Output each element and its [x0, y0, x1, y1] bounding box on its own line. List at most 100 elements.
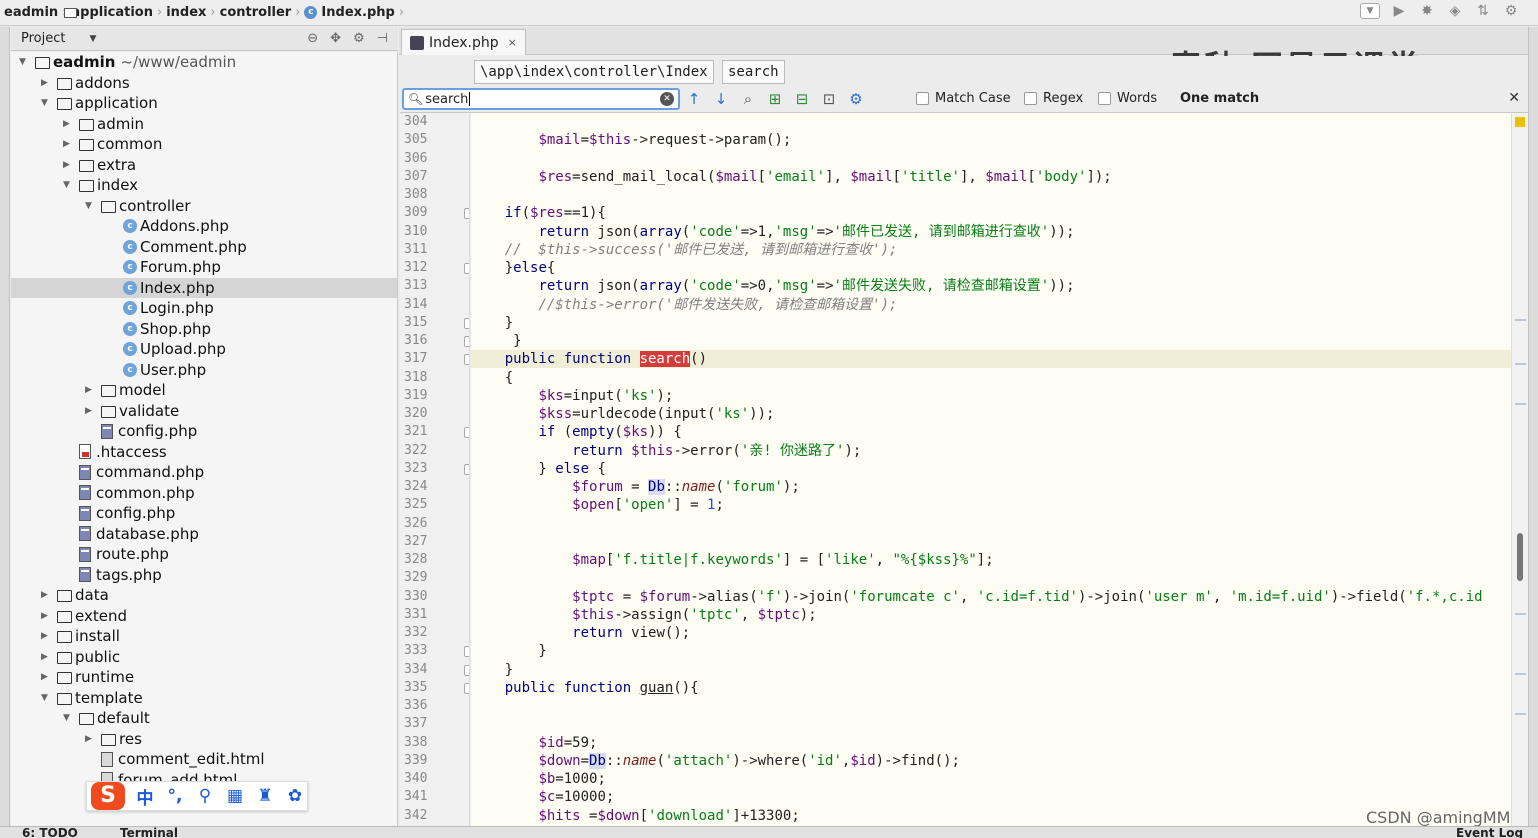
- close-icon[interactable]: ×: [508, 36, 517, 49]
- tree-item[interactable]: ▼ index: [11, 175, 397, 196]
- code-line[interactable]: $open['open'] = 1;: [471, 496, 1511, 514]
- collapsed-arrow-icon[interactable]: ▶: [85, 734, 95, 744]
- remove-selection-icon[interactable]: ⊟: [794, 90, 810, 108]
- collapsed-arrow-icon[interactable]: ▶: [63, 139, 73, 149]
- code-line[interactable]: [471, 533, 1511, 551]
- project-panel-title[interactable]: Project: [21, 31, 65, 46]
- fold-marker-icon[interactable]: [464, 463, 469, 475]
- code-line[interactable]: $forum = Db::name('forum');: [471, 478, 1511, 496]
- tree-item[interactable]: ▶ extend: [11, 606, 397, 627]
- collapsed-arrow-icon[interactable]: ▶: [63, 160, 73, 170]
- tree-item[interactable]: .htaccess: [11, 442, 397, 463]
- fold-marker-icon[interactable]: [464, 646, 469, 658]
- fold-marker-icon[interactable]: [464, 317, 469, 329]
- todo-tool-button[interactable]: 6: TODO: [22, 826, 78, 838]
- previous-occurrence-icon[interactable]: ↑: [686, 90, 702, 108]
- code-line[interactable]: if($res==1){: [471, 204, 1511, 222]
- tree-item[interactable]: c Forum.php: [11, 257, 397, 278]
- crumb-project[interactable]: eadmin: [0, 5, 77, 20]
- code-line[interactable]: $id=59;: [471, 734, 1511, 752]
- run-icon[interactable]: ▶: [1390, 3, 1408, 19]
- find-all-icon[interactable]: ⌕: [740, 90, 756, 108]
- select-all-occurrences-icon[interactable]: ⊡: [821, 90, 837, 108]
- tree-item[interactable]: config.php: [11, 421, 397, 442]
- code-line[interactable]: $c=10000;: [471, 788, 1511, 806]
- breadcrumb-class[interactable]: \app\index\controller\Index: [474, 60, 714, 84]
- collapsed-arrow-icon[interactable]: ▶: [41, 631, 51, 641]
- code-line[interactable]: $down=Db::name('attach')->where('id',$id…: [471, 752, 1511, 770]
- tree-item[interactable]: c Shop.php: [11, 319, 397, 340]
- match-case-option[interactable]: Match Case: [916, 91, 1011, 106]
- tree-item[interactable]: ▼ application: [11, 93, 397, 114]
- code-line[interactable]: [471, 515, 1511, 533]
- code-line[interactable]: public function guan(){: [471, 679, 1511, 697]
- scroll-marker[interactable]: [1515, 613, 1526, 615]
- gear-icon[interactable]: ⚙: [353, 31, 365, 46]
- fold-marker-icon[interactable]: [464, 427, 469, 439]
- close-icon[interactable]: ✕: [1508, 90, 1520, 106]
- tree-item[interactable]: c Upload.php: [11, 339, 397, 360]
- event-log-tool-button[interactable]: Event Log: [1456, 826, 1523, 838]
- tree-item[interactable]: ▶ runtime: [11, 667, 397, 688]
- tree-item[interactable]: ▼ controller: [11, 196, 397, 217]
- clear-search-icon[interactable]: ✕: [660, 92, 674, 106]
- collapsed-arrow-icon[interactable]: ▶: [41, 78, 51, 88]
- code-line[interactable]: $mail=$this->request->param();: [471, 131, 1511, 149]
- tree-item[interactable]: c User.php: [11, 360, 397, 381]
- tree-item[interactable]: c Index.php: [11, 277, 397, 298]
- scroll-marker[interactable]: [1515, 713, 1526, 715]
- tree-item[interactable]: ▶ res: [11, 729, 397, 750]
- expanded-arrow-icon[interactable]: ▼: [41, 98, 51, 108]
- tree-item[interactable]: c Addons.php: [11, 216, 397, 237]
- code-line[interactable]: $b=1000;: [471, 770, 1511, 788]
- tree-item[interactable]: ▶ common: [11, 134, 397, 155]
- collapsed-arrow-icon[interactable]: ▶: [85, 385, 95, 395]
- regex-option[interactable]: Regex: [1024, 91, 1083, 106]
- scroll-thumb[interactable]: [1517, 533, 1523, 581]
- tree-item[interactable]: ▶ install: [11, 626, 397, 647]
- tree-item[interactable]: ▶ validate: [11, 401, 397, 422]
- settings-icon[interactable]: ⚙: [1502, 3, 1520, 19]
- code-line[interactable]: $ks=input('ks');: [471, 387, 1511, 405]
- fold-marker-icon[interactable]: [464, 354, 469, 366]
- tree-item[interactable]: ▶ addons: [11, 73, 397, 94]
- tree-item[interactable]: c Comment.php: [11, 237, 397, 258]
- code-line[interactable]: }else{: [471, 259, 1511, 277]
- expanded-arrow-icon[interactable]: ▼: [85, 201, 95, 211]
- filter-settings-icon[interactable]: ⚙: [848, 90, 864, 108]
- tree-item[interactable]: database.php: [11, 524, 397, 545]
- fold-marker-icon[interactable]: [464, 336, 469, 347]
- crumb-file[interactable]: c Index.php: [300, 5, 398, 20]
- add-selection-icon[interactable]: ⊞: [767, 90, 783, 108]
- collapsed-arrow-icon[interactable]: ▶: [85, 406, 95, 416]
- scroll-marker[interactable]: [1515, 403, 1526, 405]
- tree-item[interactable]: ▶ extra: [11, 155, 397, 176]
- words-checkbox[interactable]: [1098, 92, 1111, 105]
- keyboard-icon[interactable]: ▦: [225, 786, 245, 806]
- tree-item[interactable]: command.php: [11, 462, 397, 483]
- tab-index-php[interactable]: Index.php ×: [401, 29, 526, 55]
- tree-item[interactable]: ▼ default: [11, 708, 397, 729]
- code-line[interactable]: return $this->error('亲! 你迷路了');: [471, 442, 1511, 460]
- tree-item[interactable]: ▶ data: [11, 585, 397, 606]
- scroll-marker[interactable]: [1515, 319, 1526, 321]
- expanded-arrow-icon[interactable]: ▼: [19, 57, 29, 67]
- crumb-controller[interactable]: controller: [64, 5, 296, 20]
- code-line[interactable]: $kss=urldecode(input('ks'));: [471, 405, 1511, 423]
- ime-language-toggle[interactable]: 中: [135, 784, 155, 809]
- fold-marker-icon[interactable]: [464, 263, 469, 274]
- code-line[interactable]: }: [471, 661, 1511, 679]
- code-line[interactable]: return json(array('code'=>1,'msg'=>'邮件已发…: [471, 223, 1511, 241]
- scroll-marker[interactable]: [1515, 673, 1526, 675]
- code-line[interactable]: $map['f.title|f.keywords'] = ['like', "%…: [471, 551, 1511, 569]
- tree-item[interactable]: ▼ eadmin ~/www/eadmin: [11, 52, 397, 73]
- code-line[interactable]: return json(array('code'=>0,'msg'=>'邮件发送…: [471, 277, 1511, 295]
- toolbox-icon[interactable]: ✿: [285, 786, 305, 806]
- expanded-arrow-icon[interactable]: ▼: [41, 693, 51, 703]
- code-line[interactable]: [471, 113, 1511, 131]
- collapsed-arrow-icon[interactable]: ▶: [41, 611, 51, 621]
- next-occurrence-icon[interactable]: ↓: [713, 90, 729, 108]
- warning-marker[interactable]: [1515, 117, 1525, 127]
- chevron-down-icon[interactable]: ▼: [89, 34, 96, 44]
- code-line[interactable]: public function search(): [471, 350, 1511, 369]
